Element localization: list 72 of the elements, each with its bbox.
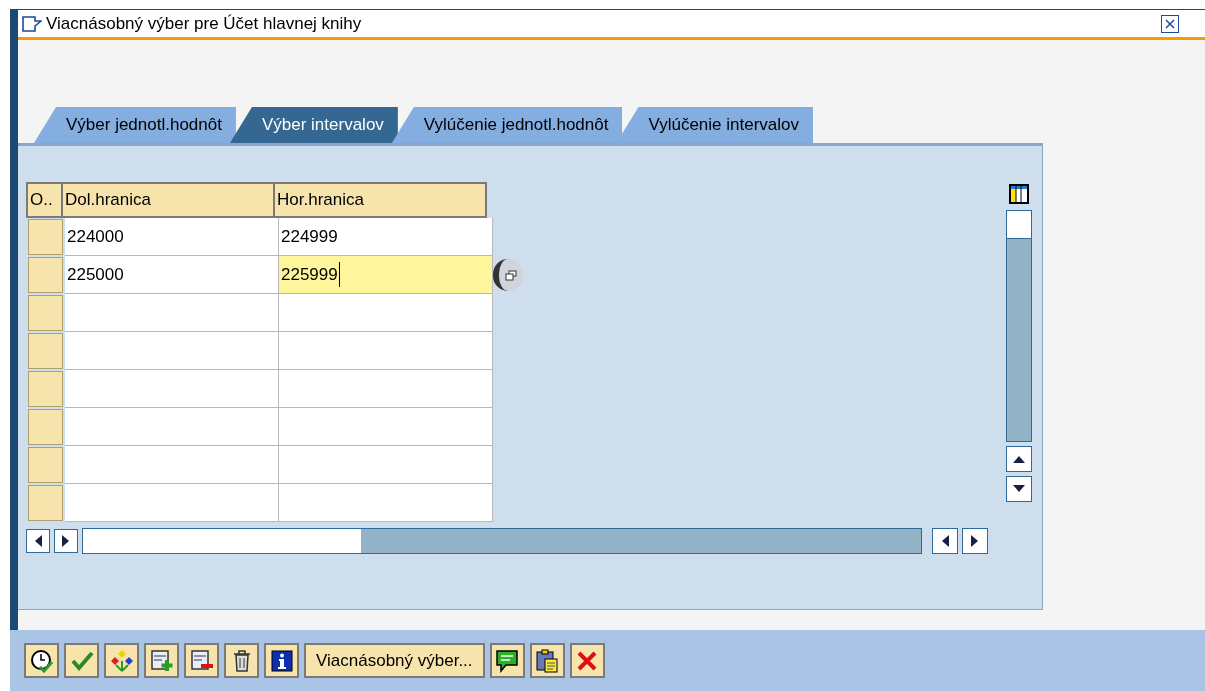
scroll-up-button[interactable] [1006,446,1032,472]
input-field[interactable] [279,294,493,332]
tab[interactable]: Výber intervalov [229,107,398,143]
horizontal-scrollbar-track[interactable] [82,528,922,554]
column-header[interactable]: O.. [26,182,63,218]
close-button[interactable] [1161,14,1179,33]
input-field[interactable]: 225000 [65,256,279,294]
insert-rows-icon [149,648,174,673]
window-title: Viacnásobný výber pre Účet hlavnej knihy [46,12,362,35]
dialog-icon [22,15,42,32]
input-field[interactable]: 225999 [279,256,493,294]
input-field[interactable] [65,294,279,332]
delete-row-button[interactable] [184,643,219,678]
info-button[interactable] [264,643,299,678]
row-selector[interactable] [28,485,63,521]
input-field[interactable] [65,332,279,370]
multiple-selection-button[interactable]: Viacnásobný výber... [304,643,485,678]
column-settings-button[interactable] [1007,182,1031,206]
diamonds-icon [109,648,134,673]
cancel-button[interactable] [569,643,605,678]
delete-rows-icon [189,648,214,673]
hierarchy-button[interactable] [104,643,139,678]
row-selector[interactable] [28,447,63,483]
input-field[interactable] [279,332,493,370]
tab[interactable]: Vylúčenie jednotl.hodnôt [391,107,623,143]
row-selector[interactable] [28,371,63,407]
input-field[interactable] [65,408,279,446]
right-arrow-icon [971,535,979,547]
right-arrow-icon [62,535,70,547]
check-button[interactable] [64,643,99,678]
row-selector[interactable] [28,333,63,369]
columns-icon [1009,184,1029,204]
column-header[interactable]: Dol.hranica [61,182,275,218]
clock-check-icon [29,648,54,673]
input-field[interactable]: 224000 [65,218,279,256]
input-field[interactable]: 224999 [279,218,493,256]
input-field[interactable] [65,484,279,522]
scrollbar-thumb[interactable] [83,529,361,553]
insert-row-button[interactable] [144,643,179,678]
input-field[interactable] [65,370,279,408]
input-field[interactable] [65,446,279,484]
value-help-button[interactable] [493,259,523,291]
speech-bubble-icon [495,648,520,673]
input-field[interactable] [279,446,493,484]
delete-all-button[interactable] [224,643,259,678]
left-arrow-icon [941,535,949,547]
close-icon [1165,18,1175,29]
row-selector[interactable] [28,295,63,331]
down-arrow-icon [1013,485,1025,493]
row-selector[interactable] [28,409,63,445]
history-button[interactable] [24,643,59,678]
vertical-scrollbar-track[interactable] [1006,210,1032,442]
scroll-right-button[interactable] [54,529,78,553]
message-button[interactable] [489,643,525,678]
up-arrow-icon [1013,455,1025,463]
input-field[interactable] [279,370,493,408]
scroll-left-button[interactable] [26,529,50,553]
scroll-right-button[interactable] [962,528,988,554]
input-field[interactable] [279,408,493,446]
scroll-down-button[interactable] [1006,476,1032,502]
row-selector[interactable] [28,257,63,293]
clipboard-icon [535,648,560,673]
scrollbar-thumb[interactable] [1007,211,1031,239]
paste-button[interactable] [529,643,565,678]
tab[interactable]: Výber jednotl.hodnôt [34,107,236,143]
windows-icon [505,269,517,281]
input-field[interactable] [279,484,493,522]
column-header[interactable]: Hor.hranica [273,182,487,218]
info-icon [269,648,294,673]
left-arrow-icon [34,535,42,547]
scroll-left-button[interactable] [932,528,958,554]
row-selector[interactable] [28,219,63,255]
